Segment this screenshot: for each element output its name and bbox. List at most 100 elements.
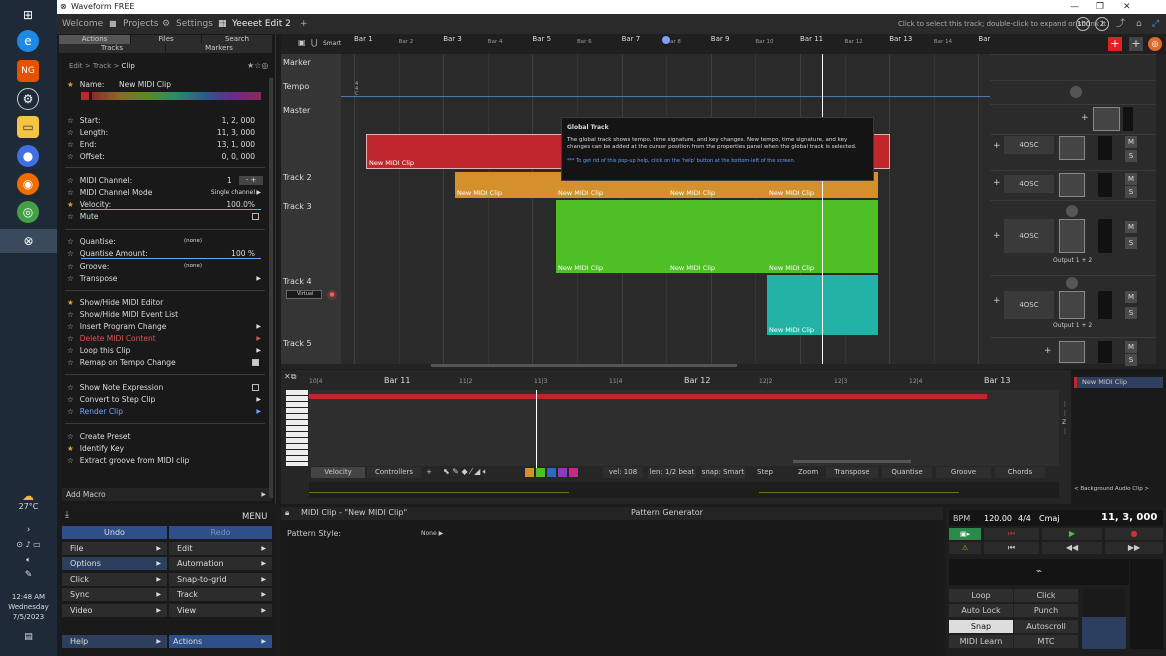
menu-view[interactable]: View ▶ [169,604,272,617]
position-display[interactable]: 11, 3, 000 [1101,512,1157,523]
chords-button[interactable]: Chords [995,467,1045,478]
menu-track[interactable]: Track ▶ [169,588,272,601]
add-plugin-icon[interactable]: + [993,231,1001,241]
step-button[interactable]: Step [755,467,775,478]
horizontal-scrollbar[interactable] [431,364,737,367]
undo-button[interactable]: Undo [62,526,167,539]
clock-date[interactable]: 7/5/2023 [0,613,57,621]
action-show-note-expression[interactable]: Show Note Expression [80,383,163,392]
track-marker[interactable]: Marker [283,58,339,67]
color-orange[interactable] [525,468,534,477]
background-audio-clip[interactable]: < Background Audio Clip > [1074,486,1149,492]
tab-projects[interactable]: Projects [123,14,158,34]
track-toggle-icon[interactable]: ▣▸ [949,528,981,540]
midi-learn-button[interactable]: MIDI Learn [949,635,1013,648]
windows-start-icon[interactable]: ⊞ [17,4,39,26]
track-tempo[interactable]: Tempo [283,82,339,91]
track3-volume-plugin[interactable] [1059,219,1085,253]
save-icon[interactable]: ▣ [298,38,306,47]
track5-solo-button[interactable]: S [1125,354,1137,366]
panel-tab-tracks[interactable]: Tracks [59,44,165,53]
track4-output[interactable]: Output 1 + 2 [1053,322,1092,329]
track3-solo-button[interactable]: S [1125,237,1137,249]
cpu-meter[interactable]: 100 [1076,17,1090,31]
add-plugin-icon[interactable]: + [993,141,1001,151]
track3-output[interactable]: Output 1 + 2 [1053,257,1092,264]
track4-volume-plugin[interactable] [1059,291,1085,319]
track2-solo-button[interactable]: S [1125,186,1137,198]
snap-readout[interactable]: snap: Smart [701,467,745,478]
track1-mute-button[interactable]: M [1125,136,1137,148]
pen-icon[interactable]: ✎ [0,570,57,580]
track-master[interactable]: Master [283,106,339,115]
master-volume-plugin[interactable] [1093,107,1120,131]
panel-tab-files[interactable]: Files [131,35,201,44]
menu-automation[interactable]: Automation ▶ [169,557,272,570]
track3-mute-button[interactable]: M [1125,221,1137,233]
close-window-icon[interactable]: ✕ [1123,0,1131,14]
midi-clip-track3-b[interactable]: New MIDI Clip [668,200,767,273]
menu-video[interactable]: Video ▶ [62,604,167,617]
add-button[interactable]: + [1129,37,1143,51]
action-identify-key[interactable]: Identify Key [80,444,124,453]
clip-list-item[interactable]: New MIDI Clip [1074,377,1163,388]
velocity-lane[interactable] [309,482,1059,498]
color-purple[interactable] [558,468,567,477]
download-icon[interactable]: ⤓ [65,510,69,520]
breadcrumb-edit[interactable]: Edit [69,62,83,70]
menu-snap-to-grid[interactable]: Snap-to-grid ▶ [169,573,272,586]
groove-select[interactable]: (none) [184,261,202,272]
zoom-controls[interactable]: ⋮ ⋮ Z ⋮ [1062,400,1068,436]
quantise-select[interactable]: (none) [184,236,202,247]
app-icon[interactable]: ⚙ [17,88,39,110]
panel-tab-actions[interactable]: Actions [59,35,130,44]
note-expression-checkbox[interactable] [252,384,259,391]
remap-checkbox[interactable] [252,359,259,366]
action-create-preset[interactable]: Create Preset [80,432,131,441]
track1-solo-button[interactable]: S [1125,150,1137,162]
channel-stepper[interactable]: - + [239,176,263,185]
record-arm-icon[interactable]: ● [327,290,337,300]
tempo-knob-icon[interactable] [1070,86,1082,98]
midi-clip-track3-a[interactable]: New MIDI Clip [556,200,668,273]
midi-clip-track2-a[interactable]: New MIDI Clip [455,172,556,198]
favorite-icons[interactable]: ★☆◎ [247,61,268,70]
quantise-amount-slider[interactable] [81,258,261,259]
minimize-icon[interactable]: — [1070,0,1079,14]
punch-button[interactable]: Punch [1014,604,1078,617]
velocity-readout[interactable]: vel: 108 [603,467,643,478]
restore-icon[interactable]: ❐ [1096,0,1104,14]
track1-4osc-plugin[interactable]: 4OSC [1004,136,1054,154]
pattern-generator-tab[interactable]: Pattern Generator [631,508,703,517]
file-explorer-icon[interactable]: ▭ [17,116,39,138]
add-macro-button[interactable]: Add Macro ▶ [62,488,272,501]
quantise-button[interactable]: Quantise [882,467,932,478]
undo-count[interactable]: 2 [1095,17,1109,31]
loop-button[interactable]: Loop [949,589,1013,602]
mute-checkbox[interactable] [252,213,259,220]
breadcrumb-track[interactable]: Track [93,62,111,70]
controllers-button[interactable]: Controllers [367,467,421,478]
action-loop-clip[interactable]: Loop this Clip [80,346,131,355]
tab-yeeeet-edit[interactable]: Yeeeet Edit 2 [232,14,291,34]
add-lane-button[interactable]: + [423,467,435,478]
go-to-start-icon[interactable]: ⏮ [984,542,1039,554]
warning-icon[interactable]: ⚠ [949,542,981,554]
zoom-button[interactable]: Zoom [798,467,818,478]
tray-icons[interactable]: ⊙ ♪ ▭ [0,540,57,549]
track4-4osc-plugin[interactable]: 4OSC [1004,291,1054,319]
groove-button[interactable]: Groove [936,467,991,478]
share-icon[interactable]: ⤴ [1116,14,1125,34]
ng-app-icon[interactable]: NG [17,60,39,82]
track4-pan-knob[interactable] [1066,277,1078,289]
action-remap-tempo[interactable]: Remap on Tempo Change [80,358,176,367]
mtc-button[interactable]: MTC [1014,635,1078,648]
clip-name-field[interactable]: New MIDI Clip [119,79,171,90]
transpose-button[interactable]: Transpose [826,467,878,478]
channel-mode-select[interactable]: Single channel [211,187,255,198]
midi-channel-field[interactable]: 1 [227,175,232,186]
notification-icon[interactable]: ▤ [0,632,57,642]
velocity-lane-button[interactable]: Velocity [311,467,365,478]
track-4[interactable]: Track 4 [283,277,339,286]
action-render-clip[interactable]: Render Clip [80,407,123,416]
